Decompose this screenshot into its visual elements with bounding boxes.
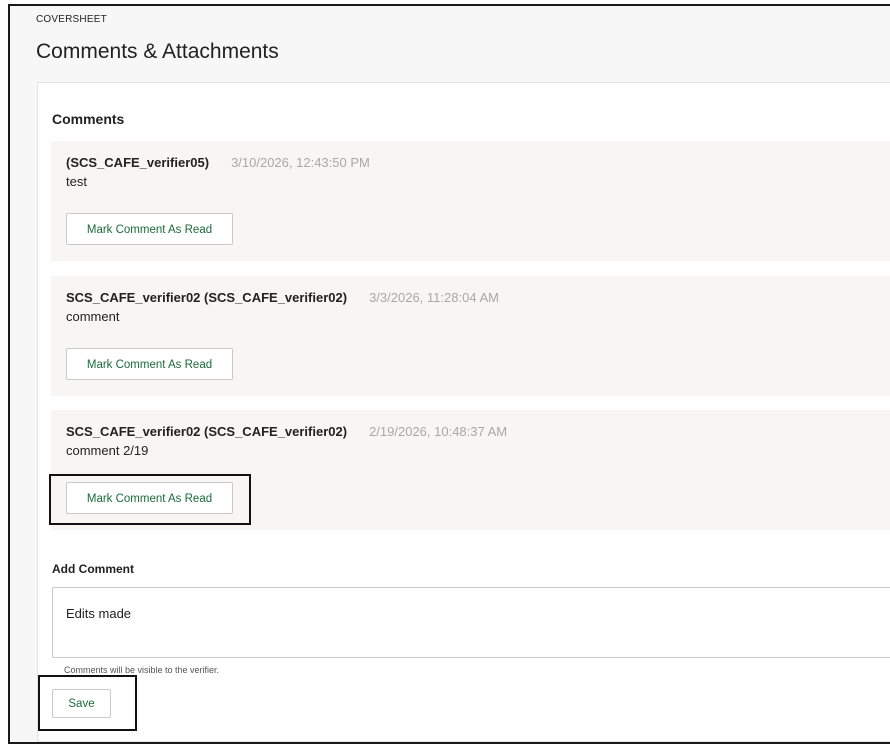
section-eyebrow: COVERSHEET	[36, 14, 107, 25]
comment-text: test	[66, 174, 87, 189]
comment-author: SCS_CAFE_verifier02 (SCS_CAFE_verifier02…	[66, 424, 348, 439]
comment-author: SCS_CAFE_verifier02 (SCS_CAFE_verifier02…	[66, 290, 348, 305]
comment-timestamp: 2/19/2026, 10:48:37 AM	[369, 424, 508, 439]
comments-heading: Comments	[52, 111, 125, 127]
comment-timestamp: 3/10/2026, 12:43:50 PM	[231, 155, 370, 170]
comment-meta: SCS_CAFE_verifier02 (SCS_CAFE_verifier02…	[66, 290, 499, 305]
save-button[interactable]: Save	[52, 689, 111, 718]
comment-card: SCS_CAFE_verifier02 (SCS_CAFE_verifier02…	[51, 276, 890, 396]
add-comment-heading: Add Comment	[52, 562, 134, 576]
mark-comment-read-button[interactable]: Mark Comment As Read	[66, 348, 233, 380]
comment-text: comment	[66, 309, 120, 324]
mark-comment-read-button[interactable]: Mark Comment As Read	[66, 482, 233, 514]
comment-helper-text: Comments will be visible to the verifier…	[64, 665, 220, 675]
add-comment-input[interactable]: Edits made	[52, 587, 890, 658]
comment-text: comment 2/19	[66, 443, 149, 458]
comment-timestamp: 3/3/2026, 11:28:04 AM	[369, 290, 499, 305]
comment-card: SCS_CAFE_verifier02 (SCS_CAFE_verifier02…	[51, 410, 890, 530]
comment-meta: SCS_CAFE_verifier02 (SCS_CAFE_verifier02…	[66, 424, 507, 439]
mark-comment-read-button[interactable]: Mark Comment As Read	[66, 213, 233, 245]
comment-meta: (SCS_CAFE_verifier05) 3/10/2026, 12:43:50…	[66, 155, 370, 170]
comment-author: (SCS_CAFE_verifier05)	[66, 155, 210, 170]
page-title: Comments & Attachments	[36, 40, 279, 63]
comment-card: (SCS_CAFE_verifier05) 3/10/2026, 12:43:50…	[51, 141, 890, 261]
